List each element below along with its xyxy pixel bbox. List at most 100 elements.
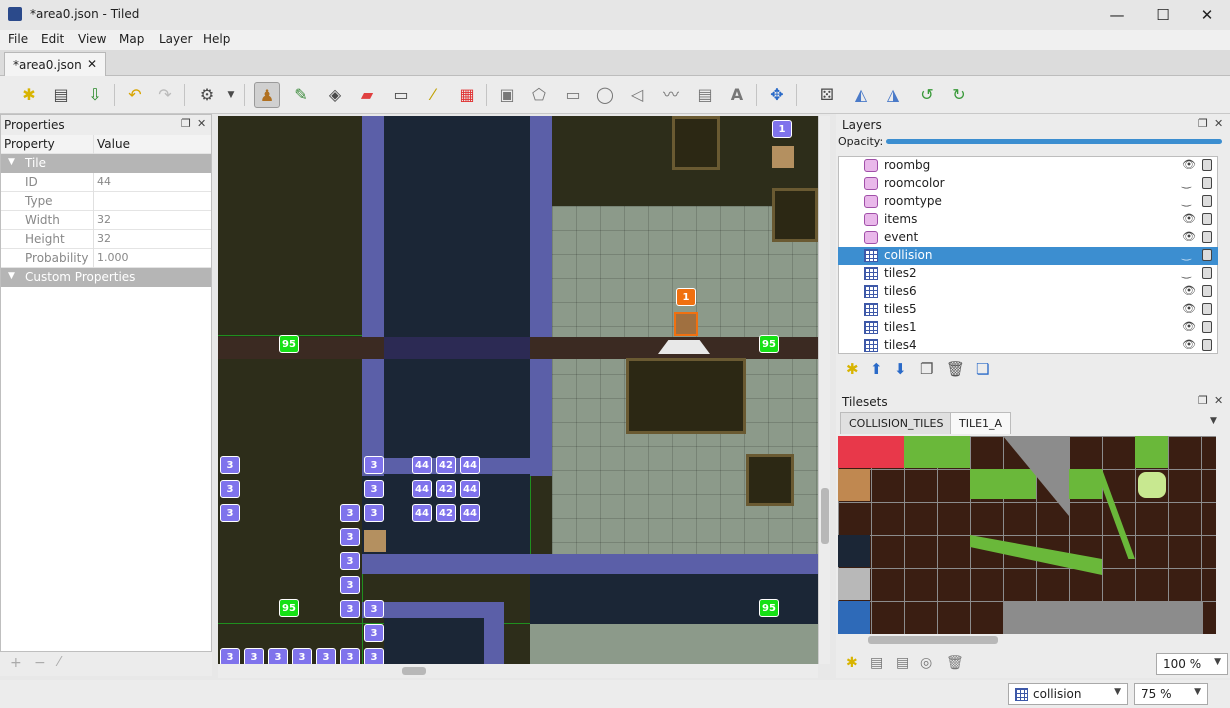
rotate-right-icon[interactable]: ↻: [946, 82, 972, 108]
tab-collision-tiles[interactable]: COLLISION_TILES: [840, 412, 953, 434]
insert-polyline-icon[interactable]: 〰: [658, 82, 684, 108]
export-tileset-icon[interactable]: ▤: [896, 655, 909, 671]
random-mode-icon[interactable]: ⚄: [814, 82, 840, 108]
rotate-left-icon[interactable]: ↺: [914, 82, 940, 108]
flip-horizontal-icon[interactable]: ◭: [848, 82, 874, 108]
new-layer-icon[interactable]: ✱: [846, 360, 859, 378]
insert-tile-icon[interactable]: ▤: [692, 82, 718, 108]
lock-icon[interactable]: [1202, 339, 1212, 351]
lock-icon[interactable]: [1202, 231, 1212, 243]
raise-layer-icon[interactable]: ⬆: [870, 360, 883, 378]
float-panel-icon[interactable]: ❐: [181, 117, 191, 130]
menu-map[interactable]: Map: [119, 32, 144, 46]
add-property-icon[interactable]: +: [10, 655, 22, 671]
section-tile[interactable]: ▼ Tile: [1, 154, 211, 173]
menu-file[interactable]: File: [8, 32, 28, 46]
eye-icon[interactable]: 👁: [1182, 158, 1196, 171]
edit-tileset-icon[interactable]: ◎: [920, 655, 932, 671]
lock-icon[interactable]: [1202, 321, 1212, 333]
minimize-button[interactable]: —: [1094, 0, 1140, 30]
menu-view[interactable]: View: [78, 32, 106, 46]
current-layer-select[interactable]: collision ▼: [1008, 683, 1128, 705]
layer-row-collision[interactable]: collision ‿: [838, 247, 1218, 265]
remove-property-icon[interactable]: −: [34, 655, 46, 671]
embed-tileset-icon[interactable]: ▤: [870, 655, 883, 671]
move-icon[interactable]: ✥: [764, 82, 790, 108]
property-row[interactable]: Height 32: [1, 230, 211, 249]
layer-row-tiles6[interactable]: tiles6 👁: [838, 283, 1218, 301]
eye-closed-icon[interactable]: ‿: [1182, 176, 1191, 189]
command-gear-icon[interactable]: ⚙: [194, 82, 220, 108]
float-panel-icon[interactable]: ❐: [1198, 394, 1208, 407]
magic-wand-icon[interactable]: ⁄: [420, 82, 446, 108]
eye-icon[interactable]: 👁: [1182, 338, 1196, 351]
tileset-zoom-select[interactable]: 100 % ▼: [1156, 653, 1228, 675]
flip-vertical-icon[interactable]: ◮: [880, 82, 906, 108]
tileset-grid[interactable]: [838, 436, 1216, 634]
object-select-icon[interactable]: ▣: [494, 82, 520, 108]
eye-closed-icon[interactable]: ‿: [1182, 248, 1191, 261]
layer-row-tiles1[interactable]: tiles1 👁: [838, 319, 1218, 337]
duplicate-layer-icon[interactable]: ❐: [920, 360, 933, 378]
rectangular-select-icon[interactable]: ▭: [388, 82, 414, 108]
lock-icon[interactable]: [1202, 249, 1212, 261]
scrollbar-thumb[interactable]: [868, 636, 998, 644]
lock-icon[interactable]: [1202, 285, 1212, 297]
lock-icon[interactable]: [1202, 213, 1212, 225]
tab-area0[interactable]: *area0.json ✕: [4, 52, 106, 76]
redo-icon[interactable]: ↷: [152, 82, 178, 108]
map-horizontal-scrollbar[interactable]: [218, 664, 818, 678]
tileset-horizontal-scrollbar[interactable]: [838, 634, 1216, 646]
property-row[interactable]: Probability 1.000: [1, 249, 211, 268]
menu-edit[interactable]: Edit: [41, 32, 64, 46]
close-panel-icon[interactable]: ✕: [197, 117, 206, 130]
property-row[interactable]: Type: [1, 192, 211, 211]
tileset-menu-chevron-icon[interactable]: ▼: [1210, 416, 1217, 426]
remove-tileset-icon[interactable]: 🗑: [946, 655, 964, 671]
select-same-tile-icon[interactable]: ▦: [454, 82, 480, 108]
scrollbar-thumb[interactable]: [821, 488, 829, 544]
insert-text-icon[interactable]: A: [724, 82, 750, 108]
eye-icon[interactable]: 👁: [1182, 212, 1196, 225]
close-panel-icon[interactable]: ✕: [1214, 117, 1223, 130]
menu-layer[interactable]: Layer: [159, 32, 192, 46]
lock-icon[interactable]: [1202, 303, 1212, 315]
eye-icon[interactable]: 👁: [1182, 320, 1196, 333]
new-map-icon[interactable]: ✱: [16, 82, 42, 108]
lock-icon[interactable]: [1202, 177, 1212, 189]
tab-tile1-a[interactable]: TILE1_A: [950, 412, 1012, 434]
layer-row-tiles4[interactable]: tiles4 👁: [838, 337, 1218, 355]
tileset-vertical-scrollbar[interactable]: [1216, 436, 1228, 634]
map-canvas[interactable]: 1 1 95 95 95 95 3 3 3 3 3 3 3 3 3 3 3 3 …: [218, 116, 818, 664]
close-tab-icon[interactable]: ✕: [87, 57, 97, 71]
lock-icon[interactable]: [1202, 267, 1212, 279]
lock-icon[interactable]: [1202, 159, 1212, 171]
layer-row-roombg[interactable]: roombg 👁: [838, 157, 1218, 175]
open-icon[interactable]: ▤: [48, 82, 74, 108]
undo-icon[interactable]: ↶: [122, 82, 148, 108]
close-window-button[interactable]: ✕: [1184, 0, 1230, 30]
eye-closed-icon[interactable]: ‿: [1182, 194, 1191, 207]
eye-closed-icon[interactable]: ‿: [1182, 266, 1191, 279]
float-panel-icon[interactable]: ❐: [1198, 117, 1208, 130]
layer-row-tiles5[interactable]: tiles5 👁: [838, 301, 1218, 319]
section-custom-properties[interactable]: ▼ Custom Properties: [1, 268, 211, 287]
edit-polygons-icon[interactable]: ⬠: [526, 82, 552, 108]
map-zoom-select[interactable]: 75 % ▼: [1134, 683, 1208, 705]
menu-help[interactable]: Help: [203, 32, 230, 46]
bucket-fill-icon[interactable]: ◈: [322, 82, 348, 108]
toggle-other-layers-icon[interactable]: ❏: [976, 360, 989, 378]
maximize-button[interactable]: ☐: [1140, 0, 1186, 30]
insert-rectangle-icon[interactable]: ▭: [560, 82, 586, 108]
delete-layer-icon[interactable]: 🗑: [946, 360, 965, 378]
insert-ellipse-icon[interactable]: ◯: [592, 82, 618, 108]
map-vertical-scrollbar[interactable]: [818, 116, 830, 664]
terrain-brush-icon[interactable]: ✎: [288, 82, 314, 108]
rename-property-icon[interactable]: ⁄: [58, 655, 60, 670]
eye-icon[interactable]: 👁: [1182, 302, 1196, 315]
layer-row-roomtype[interactable]: roomtype ‿: [838, 193, 1218, 211]
stamp-brush-icon[interactable]: ♟: [254, 82, 280, 108]
property-row[interactable]: Width 32: [1, 211, 211, 230]
eye-icon[interactable]: 👁: [1182, 230, 1196, 243]
chevron-down-icon[interactable]: ▼: [218, 82, 244, 108]
